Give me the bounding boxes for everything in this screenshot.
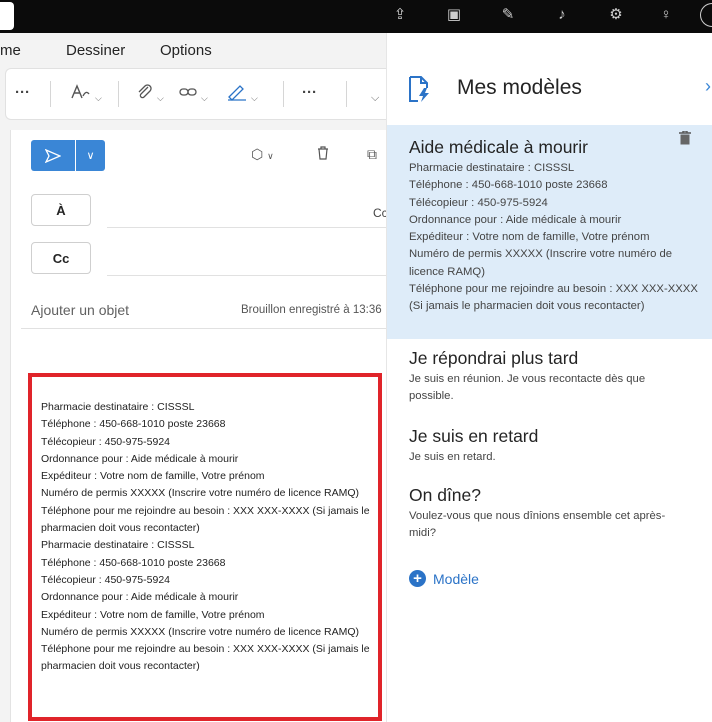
body-line: Numéro de permis XXXXX (Inscrire votre n… [41, 487, 360, 500]
divider [21, 328, 387, 329]
template-title: Je répondrai plus tard [409, 348, 579, 368]
template-line: Téléphone pour me rejoindre au besoin : … [409, 283, 698, 296]
send-options-dropdown[interactable]: ∨ [75, 140, 105, 171]
chevron-down-icon: ∨ [86, 150, 95, 162]
link-icon [179, 88, 197, 96]
title-bar: ⇪ ▣ ✎ ♪ ⚙ ♀ [0, 0, 712, 33]
tab-draw[interactable]: Dessiner [66, 42, 125, 59]
template-preview: Je suis en retard. [409, 449, 709, 466]
template-line: Pharmacie destinataire : CISSSL [409, 162, 575, 174]
template-line: possible. [409, 390, 454, 403]
more-tools-button[interactable]: ··· [302, 83, 317, 103]
divider [107, 227, 387, 228]
sensitivity-icon[interactable]: ⬡ ∨ [251, 146, 274, 163]
subject-input[interactable]: Ajouter un objet [31, 302, 129, 318]
trash-icon[interactable] [679, 131, 691, 145]
tab-options[interactable]: Options [160, 42, 212, 59]
template-line: Télécopieur : 450-975-5924 [409, 196, 548, 209]
add-template-label: Modèle [433, 570, 479, 587]
body-line: Ordonnance pour : Aide médicale à mourir [41, 591, 239, 604]
body-line: Téléphone pour me rejoindre au besoin : … [41, 643, 370, 656]
ribbon-toolbar: ··· ⌵ ⌵ ⌵ ⌵ ··· [5, 68, 386, 120]
signature-icon [228, 85, 246, 101]
body-line: Expéditeur : Votre nom de famille, Votre… [41, 470, 265, 483]
paperclip-icon [138, 84, 152, 99]
message-body[interactable]: Pharmacie destinataire : CISSSL Téléphon… [28, 373, 382, 721]
template-title: On dîne? [409, 485, 481, 505]
body-line: Téléphone : 450-668-1010 poste 23668 [41, 556, 226, 569]
template-line: Ordonnance pour : Aide médicale à mourir [409, 213, 622, 226]
body-line: Téléphone pour me rejoindre au besoin : … [41, 504, 370, 517]
tab-home[interactable]: me [0, 42, 21, 59]
send-icon [45, 148, 61, 163]
template-line: Téléphone : 450-668-1010 poste 23668 [409, 179, 608, 192]
draft-status: Brouillon enregistré à 13:36 [241, 304, 382, 316]
text-format-icon [71, 84, 90, 99]
avatar[interactable] [700, 3, 712, 27]
edit-icon[interactable]: ✎ [496, 3, 520, 27]
templates-icon [409, 76, 429, 102]
template-line: (Si jamais le pharmacien doit vous recon… [409, 300, 645, 313]
menu-tabs: me Dessiner Options [0, 33, 386, 67]
body-line: Télécopieur : 450-975-5924 [41, 435, 171, 448]
body-line: pharmacien doit vous recontacter) [41, 660, 200, 673]
template-line: Voulez-vous que nous dînions ensemble ce… [409, 510, 666, 522]
template-item[interactable]: On dîne? Voulez-vous que nous dînions en… [387, 484, 712, 543]
gear-icon[interactable]: ⚙ [604, 3, 628, 27]
signature-button[interactable]: ⌵ [226, 83, 258, 108]
popout-icon[interactable]: ⧉ [367, 146, 377, 163]
template-preview: Je suis en réunion. Je vous recontacte d… [409, 371, 709, 406]
search-box[interactable] [0, 2, 14, 30]
body-line: Télécopieur : 450-975-5924 [41, 573, 171, 586]
template-line: Expéditeur : Votre nom de famille, Votre… [409, 231, 650, 244]
template-line: licence RAMQ) [409, 265, 485, 278]
template-line: Je suis en réunion. Je vous recontacte d… [409, 373, 646, 385]
template-item[interactable]: Aide médicale à mourir Pharmacie destina… [387, 125, 712, 339]
close-panel-button[interactable]: › [705, 76, 711, 97]
divider [50, 81, 51, 107]
panel-title: Mes modèles [457, 76, 582, 99]
body-line: Numéro de permis XXXXX (Inscrire votre n… [41, 625, 360, 638]
link-button[interactable]: ⌵ [178, 83, 208, 108]
body-line: Ordonnance pour : Aide médicale à mourir [41, 452, 239, 465]
divider [118, 81, 119, 107]
delete-draft-icon[interactable] [317, 146, 329, 163]
add-template-button[interactable]: + Modèle [409, 570, 479, 587]
cc-button[interactable]: Cc [31, 242, 91, 274]
text-style-button[interactable]: ⌵ [70, 83, 102, 108]
template-line: midi? [409, 527, 436, 540]
send-button-group: ∨ [31, 140, 105, 171]
template-preview: Pharmacie destinataire : CISSSL Téléphon… [409, 160, 709, 316]
body-line: Expéditeur : Votre nom de famille, Votre… [41, 608, 265, 621]
template-item[interactable]: Je répondrai plus tard Je suis en réunio… [387, 347, 712, 406]
bell-icon[interactable]: ♪ [550, 3, 574, 27]
divider [283, 81, 284, 107]
more-options-button[interactable]: ··· [15, 83, 30, 103]
divider [346, 81, 347, 107]
template-item[interactable]: Je suis en retard Je suis en retard. [387, 425, 712, 466]
body-line: pharmacien doit vous recontacter) [41, 522, 200, 535]
send-button[interactable] [31, 140, 75, 171]
lightbulb-icon[interactable]: ♀ [654, 3, 678, 27]
template-line: Je suis en retard. [409, 451, 496, 463]
body-line: Téléphone : 450-668-1010 poste 23668 [41, 418, 226, 431]
template-preview: Voulez-vous que nous dînions ensemble ce… [409, 508, 709, 543]
attach-button[interactable]: ⌵ [136, 83, 164, 108]
to-button[interactable]: À [31, 194, 91, 226]
body-line: Pharmacie destinataire : CISSSL [41, 539, 195, 552]
plus-circle-icon: + [409, 570, 426, 587]
ribbon-collapse-chevron-icon[interactable]: ⌵ [371, 92, 379, 105]
body-line: Pharmacie destinataire : CISSSL [41, 401, 195, 413]
templates-panel: Mes modèles › Aide médicale à mourir Pha… [386, 33, 712, 722]
share-icon[interactable]: ⇪ [388, 3, 412, 27]
apps-icon[interactable]: ▣ [442, 3, 466, 27]
divider [107, 275, 387, 276]
template-line: Numéro de permis XXXXX (Inscrire votre n… [409, 248, 673, 261]
template-title: Aide médicale à mourir [409, 137, 588, 157]
template-title: Je suis en retard [409, 426, 539, 446]
compose-pane: ∨ ⬡ ∨ ⧉ À Cc Cc Ajouter un objet Brouill… [10, 130, 388, 722]
